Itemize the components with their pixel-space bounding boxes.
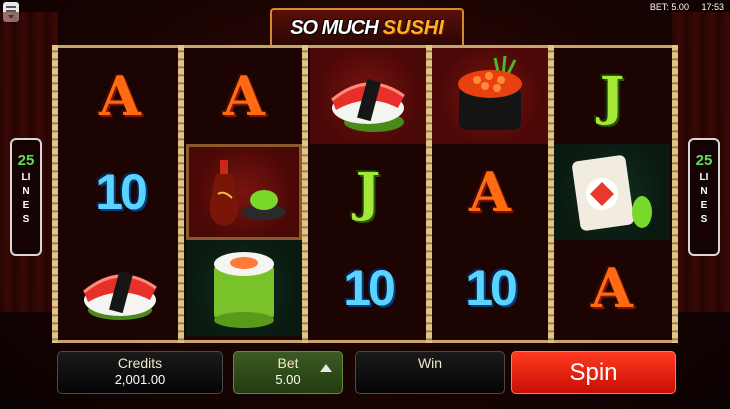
reel-1-symbol-1: A	[62, 48, 178, 144]
spin-button[interactable]: Spin	[511, 351, 676, 394]
symbol-10: 10	[343, 260, 396, 316]
reel-divider	[52, 45, 58, 343]
salmon-maki-roll-icon	[214, 252, 274, 328]
status-bet: BET: 5.00	[649, 2, 689, 12]
win-panel: Win	[355, 351, 505, 394]
reel-divider	[302, 45, 308, 343]
reel-divider	[178, 45, 184, 343]
reel-5-symbol-2	[554, 144, 670, 240]
bet-value: 5.00	[275, 372, 301, 387]
reel-5-symbol-3: A	[554, 240, 670, 336]
salmon-nigiri-icon	[83, 270, 157, 320]
reel-4-symbol-1	[432, 48, 548, 144]
arrow-up-icon[interactable]	[320, 364, 332, 372]
california-roll-icon	[572, 155, 652, 231]
reel-3-symbol-2: J	[310, 144, 426, 240]
paylines-indicator-right: 25 LINES	[688, 138, 720, 256]
bet-button[interactable]: Bet 5.00	[233, 351, 343, 394]
title-text-part2: SUSHI	[382, 16, 444, 39]
reel-divider	[672, 45, 678, 343]
game-title-logo: SO MUCH SUSHI	[270, 8, 464, 48]
salmon-nigiri-icon	[331, 78, 405, 132]
symbol-a: A	[591, 256, 633, 320]
reel-4-symbol-2: A	[432, 144, 548, 240]
reel-1-symbol-3	[62, 240, 178, 336]
reel-5-symbol-1: J	[554, 48, 670, 144]
paylines-indicator-left: 25 LINES	[10, 138, 42, 256]
credits-value: 2,001.00	[114, 372, 166, 387]
reel-4-symbol-3: 10	[432, 240, 548, 336]
reel-3-symbol-1	[310, 48, 426, 144]
reel-1-symbol-2: 10	[62, 144, 178, 240]
status-time: 17:53	[701, 2, 724, 12]
status-info: BET: 5.00 17:53	[640, 2, 724, 12]
symbol-a: A	[99, 64, 141, 128]
reel-2-symbol-1: A	[186, 48, 302, 144]
reel-3-symbol-3: 10	[310, 240, 426, 336]
title-text-part1: SO MUCH	[290, 16, 378, 39]
win-label: Win	[417, 355, 443, 371]
soy-sauce-wasabi-icon	[209, 160, 286, 226]
reel-2-symbol-3	[186, 240, 302, 336]
reel-2-symbol-2	[186, 144, 302, 240]
symbol-10: 10	[95, 164, 148, 220]
paylines-count: 25	[17, 152, 35, 169]
paylines-count: 25	[695, 152, 713, 169]
credits-panel: Credits 2,001.00	[57, 351, 223, 394]
paylines-label: LINES	[699, 172, 709, 225]
symbol-10: 10	[465, 260, 518, 316]
paylines-label: LINES	[21, 172, 31, 225]
symbol-j: J	[355, 161, 381, 223]
symbol-a: A	[469, 160, 511, 224]
symbol-j: J	[599, 65, 625, 127]
credits-label: Credits	[117, 355, 163, 371]
salmon-roe-gunkan-icon	[458, 55, 522, 130]
symbol-a: A	[223, 64, 265, 128]
